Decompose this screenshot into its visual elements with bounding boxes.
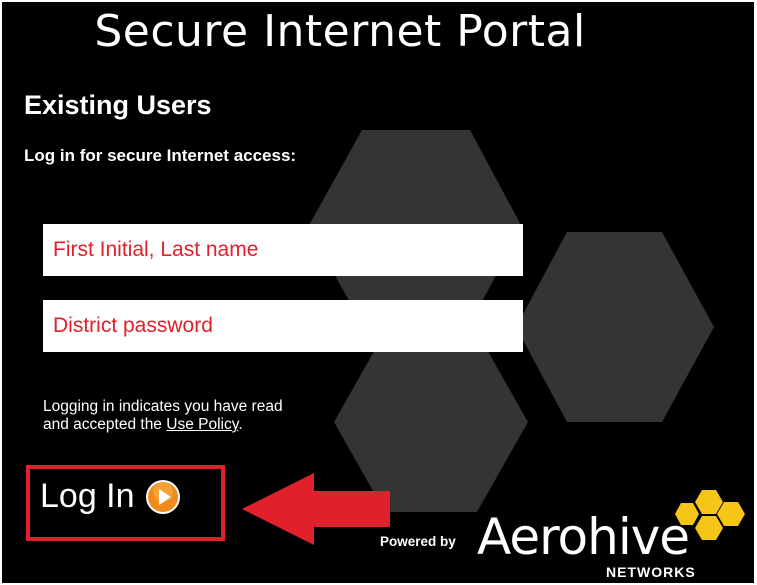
policy-period: . — [238, 416, 243, 433]
password-input[interactable] — [43, 300, 523, 352]
play-circle-icon — [145, 479, 180, 514]
username-input[interactable] — [43, 224, 523, 276]
page-title: Secure Internet Portal — [94, 6, 586, 57]
portal-screen: Secure Internet Portal Existing Users Lo… — [2, 2, 754, 583]
powered-by-text: Powered by — [380, 534, 456, 549]
brand-subtitle: NETWORKS — [606, 564, 696, 580]
hexagon-right — [516, 232, 714, 422]
use-policy-link[interactable]: Use Policy — [166, 416, 238, 433]
login-instructions: Log in for secure Internet access: — [24, 146, 297, 165]
aerohive-hex-logo-icon — [675, 490, 745, 540]
login-highlight-box: Log In — [26, 465, 225, 541]
existing-users-heading: Existing Users — [24, 90, 212, 120]
brand-logo-text: Aerohive — [477, 508, 690, 566]
login-label: Log In — [40, 477, 135, 515]
policy-notice: Logging in indicates you have read and a… — [43, 398, 283, 434]
policy-text-line2: and accepted the — [43, 416, 162, 433]
login-button[interactable]: Log In — [40, 477, 181, 516]
red-arrow-left-icon — [242, 473, 390, 545]
policy-text-line1: Logging in indicates you have read — [43, 398, 283, 415]
